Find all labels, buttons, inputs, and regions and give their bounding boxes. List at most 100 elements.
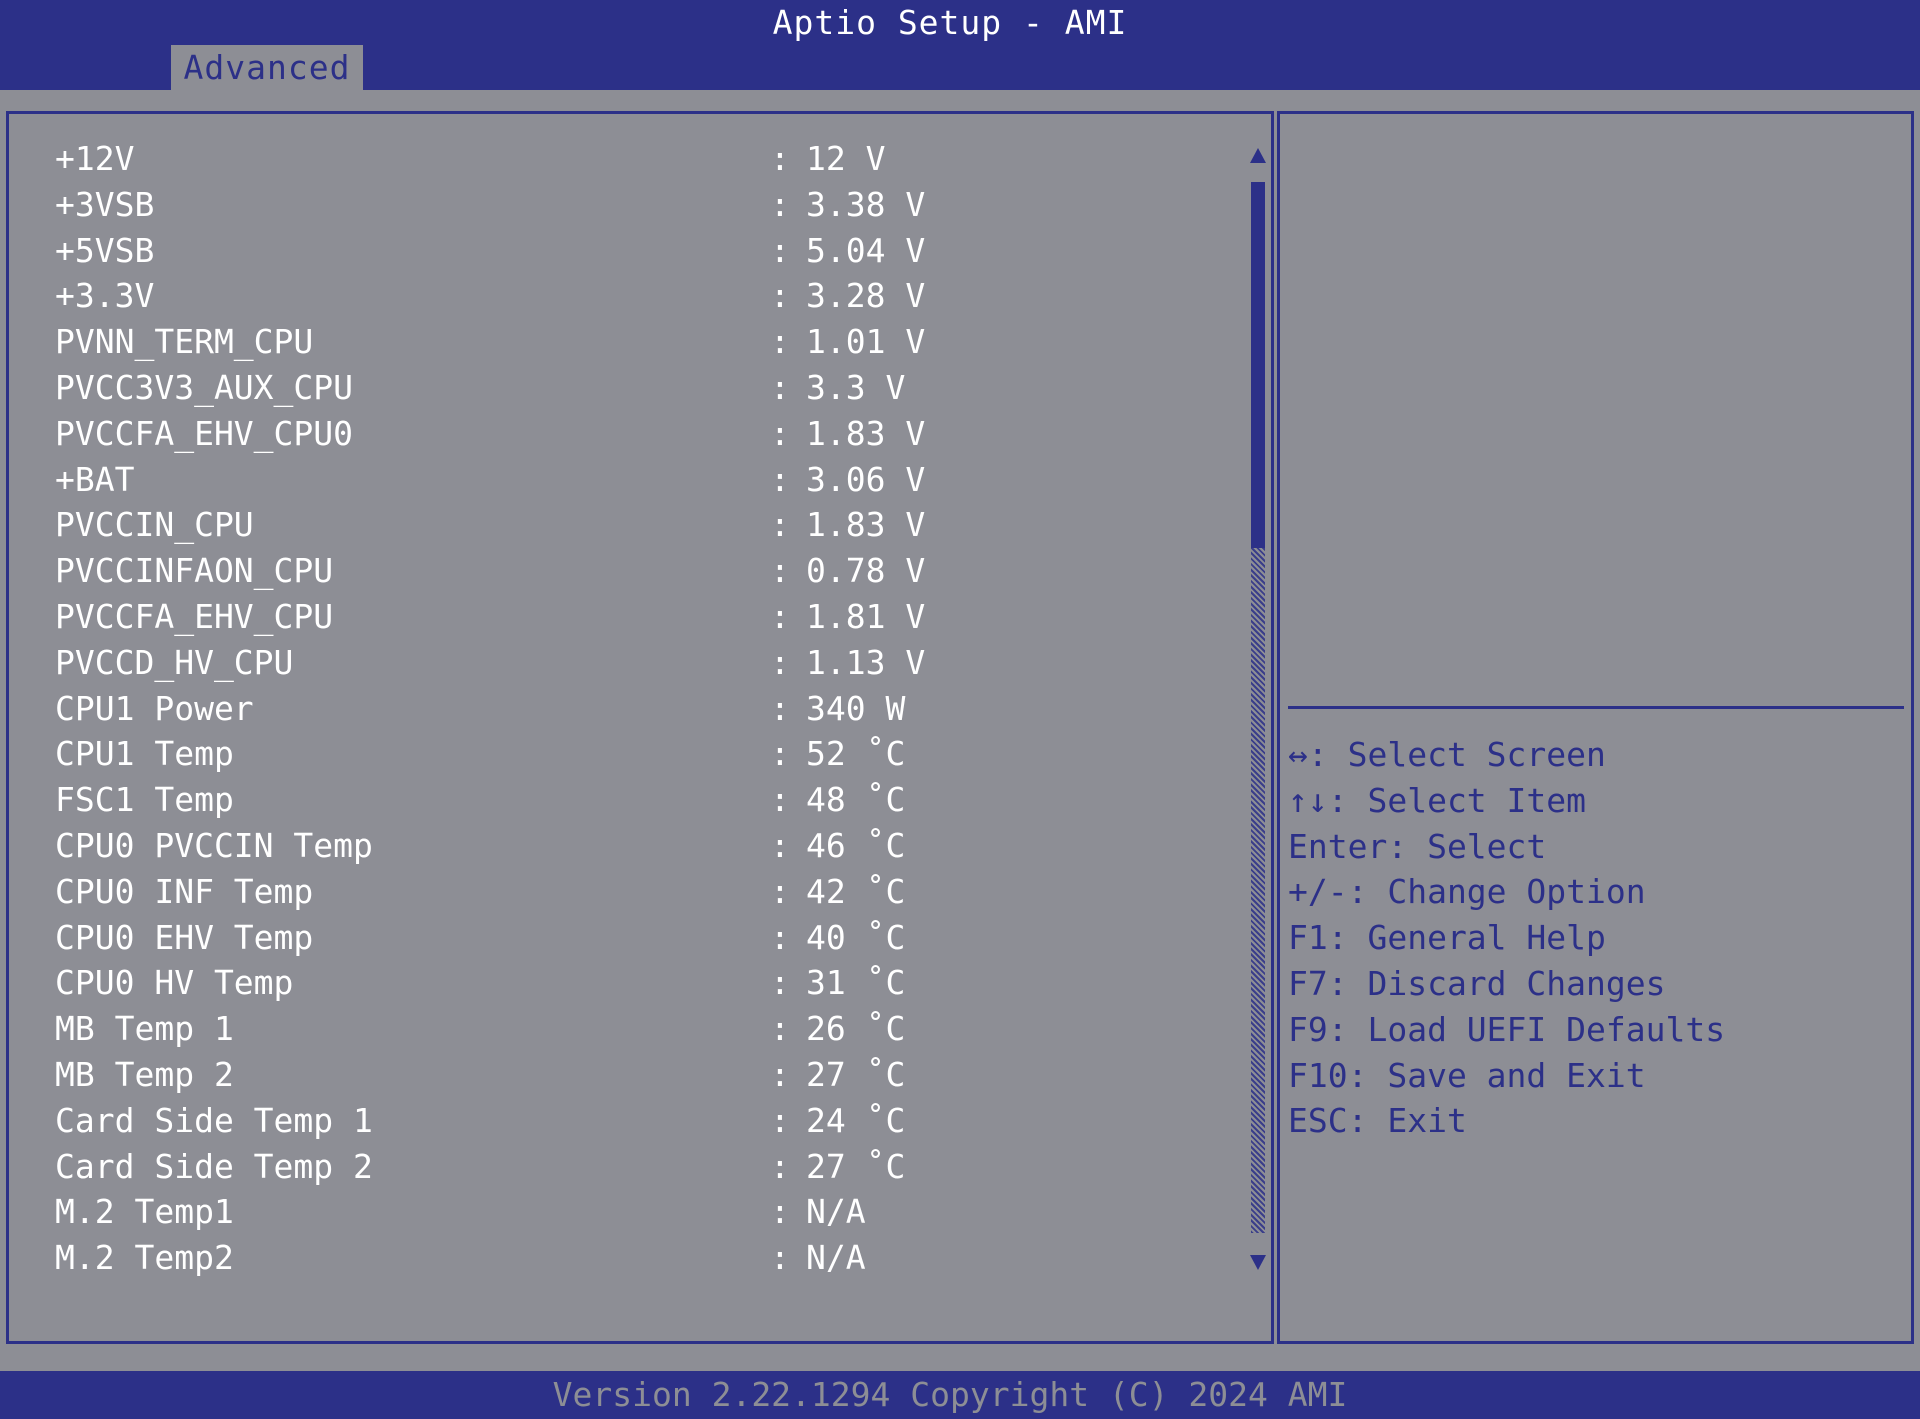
sensor-label: +5VSB	[55, 230, 155, 270]
sensor-list: +12V:12 V +3VSB:3.38 V +5VSB:5.04 V +3.3V:3…	[49, 136, 949, 1281]
help-divider	[1288, 706, 1904, 709]
sensor-separator: :	[770, 1192, 790, 1232]
scroll-down-arrow-icon[interactable]	[1250, 1255, 1266, 1270]
sensor-value: 12 V	[806, 139, 886, 178]
sensor-row: PVCCFA_EHV_CPU:1.81 V	[49, 594, 949, 640]
sensor-value: 52 ˚C	[806, 734, 906, 774]
sensor-value: 1.13 V	[806, 642, 926, 682]
sensor-separator: :	[770, 596, 790, 636]
sensor-label: PVCCD_HV_CPU	[55, 642, 294, 682]
sensor-value: 1.81 V	[806, 596, 926, 636]
sensor-value: N/A	[806, 1192, 866, 1232]
sensor-label: +3.3V	[55, 276, 155, 316]
sensor-value: 42 ˚C	[806, 871, 906, 911]
scroll-thumb[interactable]	[1251, 182, 1265, 548]
sensor-label: Card Side Temp 2	[55, 1146, 373, 1186]
sensor-label: PVCCFA_EHV_CPU	[55, 596, 334, 636]
sensor-label: M.2 Temp1	[55, 1192, 234, 1232]
sensor-label: +BAT	[55, 459, 135, 499]
sensor-value: 1.01 V	[806, 322, 926, 362]
sensor-row: +BAT:3.06 V	[49, 457, 949, 503]
sensor-row: CPU1 Temp:52 ˚C	[49, 731, 949, 777]
sensor-separator: :	[770, 780, 790, 820]
sensor-label: PVNN_TERM_CPU	[55, 322, 314, 362]
sensor-label: CPU1 Power	[55, 688, 254, 728]
sensor-row: PVCC3V3_AUX_CPU:3.3 V	[49, 365, 949, 411]
sensor-row: CPU0 HV Temp:31 ˚C	[49, 960, 949, 1006]
help-item: F7: Discard Changes	[1288, 963, 1666, 1003]
sensor-value: 40 ˚C	[806, 917, 906, 957]
sensor-value: N/A	[806, 1238, 866, 1278]
sensor-label: PVCCFA_EHV_CPU0	[55, 413, 354, 453]
sensor-row: M.2 Temp1: N/A	[49, 1189, 949, 1235]
sensor-label: MB Temp 2	[55, 1054, 234, 1094]
sensor-separator: :	[770, 322, 790, 362]
sensor-separator: :	[770, 459, 790, 499]
app-title: Aptio Setup - AMI	[772, 3, 1128, 42]
scroll-track[interactable]	[1251, 548, 1265, 1233]
scrollbar[interactable]	[1249, 148, 1269, 1270]
sensor-value: 3.3 V	[806, 367, 906, 407]
sensor-value: 1.83 V	[806, 505, 926, 545]
sensor-separator: :	[770, 505, 790, 545]
footer-bar: Version 2.22.1294 Copyright (C) 2024 AMI	[0, 1371, 1920, 1419]
sensor-value: 0.78 V	[806, 551, 926, 591]
help-item: F9: Load UEFI Defaults	[1288, 1009, 1726, 1049]
help-item: +/-: Change Option	[1288, 872, 1646, 912]
sensor-separator: :	[770, 734, 790, 774]
sensor-label: PVCCINFAON_CPU	[55, 551, 334, 591]
sensor-value: 3.28 V	[806, 276, 926, 316]
sensor-separator: :	[770, 1238, 790, 1278]
sensor-value: 31 ˚C	[806, 963, 906, 1003]
sensor-separator: :	[770, 642, 790, 682]
tab-advanced[interactable]: Advanced	[171, 45, 363, 90]
help-item: ESC: Exit	[1288, 1101, 1467, 1141]
sensor-label: CPU0 PVCCIN Temp	[55, 825, 373, 865]
sensor-row: M.2 Temp2: N/A	[49, 1235, 949, 1281]
sensor-label: CPU0 HV Temp	[55, 963, 294, 1003]
sensor-row: CPU0 PVCCIN Temp:46 ˚C	[49, 823, 949, 869]
sensor-separator: :	[770, 230, 790, 270]
sensor-value: 3.06 V	[806, 459, 926, 499]
sensor-separator: :	[770, 963, 790, 1003]
sensor-value: 1.83 V	[806, 413, 926, 453]
sensor-separator: :	[770, 276, 790, 316]
sensor-label: FSC1 Temp	[55, 780, 234, 820]
sensor-value: 26 ˚C	[806, 1009, 906, 1049]
help-item: F10: Save and Exit	[1288, 1055, 1646, 1095]
sensor-value: 340 W	[806, 688, 906, 728]
sensor-row: PVNN_TERM_CPU:1.01 V	[49, 319, 949, 365]
sensor-row: Card Side Temp 2:27 ˚C	[49, 1144, 949, 1190]
sensor-label: +3VSB	[55, 184, 155, 224]
sensor-row: PVCCINFAON_CPU:0.78 V	[49, 548, 949, 594]
sensor-value: 5.04 V	[806, 230, 926, 270]
help-item: F1: General Help	[1288, 918, 1606, 958]
sensor-separator: :	[770, 551, 790, 591]
sensor-row: PVCCD_HV_CPU:1.13 V	[49, 640, 949, 686]
sensor-row: +3VSB:3.38 V	[49, 182, 949, 228]
sensor-row: CPU1 Power:340 W	[49, 686, 949, 732]
title-bar: Aptio Setup - AMI Advanced	[0, 0, 1920, 90]
sensor-label: PVCCIN_CPU	[55, 505, 254, 545]
sensor-separator: :	[770, 413, 790, 453]
sensor-separator: :	[770, 139, 790, 178]
sensor-label: PVCC3V3_AUX_CPU	[55, 367, 354, 407]
scroll-up-arrow-icon[interactable]	[1250, 148, 1266, 163]
sensor-separator: :	[770, 825, 790, 865]
sensor-row: +5VSB:5.04 V	[49, 228, 949, 274]
sensor-value: 24 ˚C	[806, 1100, 906, 1140]
sensor-label: CPU1 Temp	[55, 734, 234, 774]
sensor-separator: :	[770, 184, 790, 224]
sensor-row: +3.3V:3.28 V	[49, 273, 949, 319]
help-item: ↔: Select Screen	[1288, 735, 1606, 774]
sensor-value: 27 ˚C	[806, 1054, 906, 1094]
sensor-value: 27 ˚C	[806, 1146, 906, 1186]
sensor-label: +12V	[55, 139, 135, 178]
sensor-row: CPU0 EHV Temp:40 ˚C	[49, 915, 949, 961]
help-item: Enter: Select	[1288, 826, 1547, 866]
sensor-separator: :	[770, 367, 790, 407]
help-item: ↑↓: Select Item	[1288, 780, 1587, 820]
sensor-row: PVCCIN_CPU:1.83 V	[49, 502, 949, 548]
sensor-separator: :	[770, 1100, 790, 1140]
sensor-row: MB Temp 1:26 ˚C	[49, 1006, 949, 1052]
